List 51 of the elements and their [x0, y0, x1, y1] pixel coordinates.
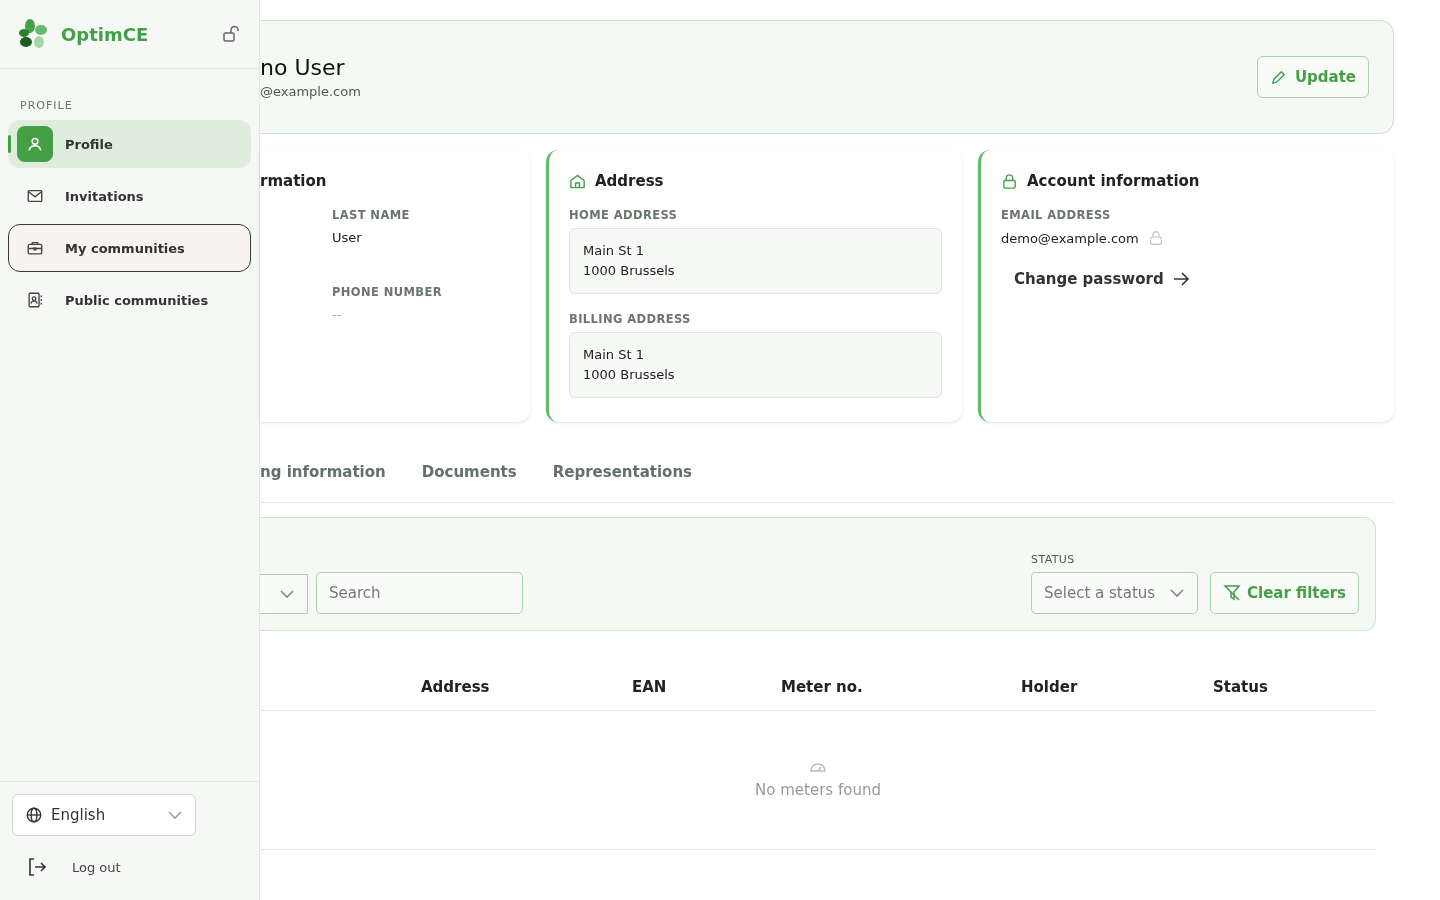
- column-header: EAN: [632, 678, 668, 696]
- column-header: Status: [1213, 678, 1269, 696]
- field-value: User: [332, 230, 363, 245]
- field-value: demo@example.com: [1001, 230, 1139, 246]
- nav-item[interactable]: Invitations: [8, 172, 251, 220]
- section-label: PROFILE: [19, 98, 74, 114]
- search-field[interactable]: Search: [316, 572, 523, 614]
- column-header: Address: [421, 678, 491, 696]
- tab[interactable]: Documents: [421, 463, 517, 481]
- user-icon: [26, 135, 44, 153]
- nav-item[interactable]: My communities: [8, 224, 251, 272]
- logout-button[interactable]: Log out: [12, 850, 247, 884]
- envelope-icon: [26, 187, 44, 205]
- filter-off-icon: [1223, 584, 1241, 602]
- card-title: Account information: [1027, 172, 1200, 190]
- arrow-right-icon: [1171, 270, 1190, 288]
- field-label: LAST NAME: [332, 208, 411, 222]
- select-field[interactable]: [260, 574, 308, 614]
- change-password-link[interactable]: Change password: [1014, 270, 1374, 288]
- address-box: Main St 1 1000 Brussels: [569, 332, 942, 398]
- card-title: rmation: [260, 172, 328, 190]
- field-label: STATUS: [1031, 553, 1076, 566]
- field-label: PHONE NUMBER: [332, 285, 443, 299]
- padlock-icon: [1001, 172, 1018, 190]
- house-icon: [569, 172, 586, 190]
- briefcase-icon: [26, 239, 44, 257]
- status-select[interactable]: Select a status: [1031, 572, 1198, 614]
- field-value: --: [332, 307, 343, 322]
- padlock-icon: [1147, 230, 1164, 246]
- tab[interactable]: ng information: [260, 463, 386, 481]
- user-email: @example.com: [260, 84, 361, 99]
- brand-name: OptimCE: [61, 23, 149, 45]
- card-title: Address: [595, 172, 664, 190]
- language-select[interactable]: English: [12, 794, 196, 836]
- field-label: EMAIL ADDRESS: [1001, 208, 1112, 222]
- nav-item[interactable]: Public communities: [8, 276, 251, 324]
- globe-icon: [25, 806, 43, 824]
- column-header: Holder: [1021, 678, 1079, 696]
- nav-item[interactable]: Profile: [8, 120, 251, 168]
- field-label: BILLING ADDRESS: [569, 312, 692, 326]
- clover-logo-icon: [17, 18, 49, 50]
- address-box: Main St 1 1000 Brussels: [569, 228, 942, 294]
- logout-icon: [26, 856, 48, 878]
- column-header: Meter no.: [781, 678, 864, 696]
- empty-message: No meters found: [755, 781, 881, 799]
- field-label: HOME ADDRESS: [569, 208, 679, 222]
- user-name: no User: [260, 55, 346, 80]
- pencil-icon: [1269, 68, 1287, 86]
- tab[interactable]: Representations: [552, 463, 692, 481]
- contact-book-icon: [26, 291, 44, 309]
- unlocked-padlock-icon[interactable]: [221, 24, 241, 44]
